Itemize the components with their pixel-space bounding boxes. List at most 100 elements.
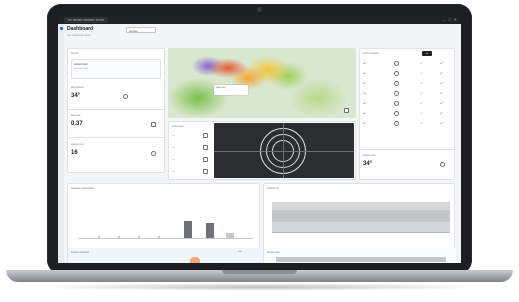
- forecast-row-value: ▪▪°: [440, 122, 443, 125]
- page-header: Dashboard ▪▪▪▪ ▪▪▪▪▪▪▪ ▪▪▪ ▪▪▪▪▪▪: [67, 26, 93, 37]
- chart-bar: [138, 236, 140, 238]
- radar-heading: ▪▪▪▪▪ ▪▪▪▪▪: [172, 124, 184, 128]
- sub-panel: ▪▪▪▪▪▪▪ ▪▪▪▪: [264, 248, 456, 263]
- alert-card[interactable]: ▪▪▪▪▪▪▪ ▪▪▪▪▪ ▪▪▪▪▪ ▪▪▪▪ ▪▪▪▪▪: [71, 59, 161, 79]
- forecast-row-value: ▪▪°: [440, 82, 443, 85]
- chart-bar: [184, 221, 192, 238]
- highlight-marker: [190, 257, 200, 263]
- laptop-notch: [222, 270, 297, 274]
- page-title: Dashboard: [67, 26, 94, 32]
- window-titlebar: ▪▪▪ ▪▪▪▪▪▪▪▪ ▪▪▪▪▪▪▪▪▪ ▪▪▪▪▪▪▪ – □ ✕: [58, 15, 461, 24]
- weather-icon: [394, 111, 399, 116]
- browser-tab[interactable]: ▪▪▪ ▪▪▪▪▪▪▪▪ ▪▪▪▪▪▪▪▪▪ ▪▪▪▪▪▪▪: [64, 16, 109, 23]
- forecast-row-label: ▪▪▪: [363, 82, 366, 85]
- map-popup[interactable]: ▪▪▪▪▪ ▪▪▪▪: [214, 85, 248, 95]
- forecast-row-value: ▪▪°: [440, 112, 443, 115]
- chart-baseline: [78, 238, 253, 239]
- camera-icon: [257, 7, 262, 12]
- weather-icon: [394, 71, 399, 76]
- bottom-right-heading: ▪▪▪▪▪▪▪▪ ▪▪: [267, 186, 279, 190]
- chart-band: [276, 257, 446, 262]
- sun-icon: [440, 162, 445, 167]
- laptop-shadow: [30, 283, 490, 291]
- chart-band: [272, 210, 450, 222]
- bottom-left-heading: ▪▪▪▪▪▪▪▪▪ ▪▪▪▪▪▪▪▪▪▪▪▪: [71, 186, 95, 190]
- metric-1-value: 34°: [71, 93, 81, 99]
- bottom-left-link[interactable]: ▪▪▪▪: [238, 250, 242, 253]
- window-controls: – □ ✕: [443, 17, 457, 23]
- forecast-row-label: ▪▪▪: [363, 62, 366, 65]
- metric-3-value: 16: [71, 150, 78, 156]
- toggle-icon[interactable]: [203, 145, 208, 150]
- forecast-row-label: ▪▪▪: [363, 112, 366, 115]
- chart-bar: [118, 236, 120, 238]
- toggle-icon[interactable]: [203, 133, 208, 138]
- forecast-row-label: ▪▪▪: [363, 102, 366, 105]
- metric-2-label: ▪▪▪▪ ▪▪▪▪: [71, 113, 81, 117]
- weather-map[interactable]: ▪▪▪▪▪ ▪▪▪▪: [168, 48, 356, 118]
- bottom-left-subheading: ▪▪▪▪▪▪▪ ▪▪▪▪▪▪▪▪▪: [71, 250, 89, 254]
- forecast-row-value: ▪▪°: [440, 92, 443, 95]
- screen: ▪▪▪ ▪▪▪▪▪▪▪▪ ▪▪▪▪▪▪▪▪▪ ▪▪▪▪▪▪▪ – □ ✕ Das…: [58, 15, 461, 263]
- forecast-row-label: ▪▪▪: [363, 92, 366, 95]
- search-icon[interactable]: [151, 151, 156, 156]
- toggle-icon[interactable]: [203, 157, 208, 162]
- forecast-row-label: ▪▪▪: [363, 122, 366, 125]
- forecast-row-mid: ▪▪°: [420, 62, 423, 65]
- weather-icon: [394, 91, 399, 96]
- left-rail: [58, 24, 64, 263]
- chart-bar: [98, 236, 100, 238]
- weather-icon: [394, 61, 399, 66]
- toggle-button[interactable]: ▪▪: [422, 51, 432, 56]
- app-logo-icon[interactable]: [59, 27, 63, 30]
- chart-bar: [226, 233, 234, 238]
- page-subtitle: ▪▪▪▪ ▪▪▪▪▪▪▪ ▪▪▪ ▪▪▪▪▪▪: [67, 33, 91, 37]
- summary-value: 34°: [363, 161, 373, 167]
- location-select[interactable]: ▪▪▪▪▪▪▪▪: [126, 27, 156, 33]
- forecast-row-mid: ▪▪°: [420, 92, 423, 95]
- right-panel-heading: ▪▪▪▪▪▪ ▪▪▪▪▪▪▪▪: [363, 51, 379, 55]
- forecast-row-value: ▪▪°: [440, 72, 443, 75]
- chart-bar: [206, 223, 214, 238]
- summary-label: ▪▪▪▪▪▪▪ ▪▪▪▪: [363, 153, 376, 157]
- radar-row: ▪▪▪: [172, 170, 175, 173]
- chart-bar: [158, 236, 160, 238]
- radar-row: ▪▪▪: [172, 146, 175, 149]
- bottom-right-panel: ▪▪▪▪▪▪▪▪ ▪▪ ▪▪▪▪▪▪▪ ▪▪▪▪: [263, 183, 456, 263]
- forecast-row-mid: ▪▪°: [420, 82, 423, 85]
- divider: [68, 109, 166, 110]
- weather-icon: [394, 121, 399, 126]
- divider: [360, 149, 456, 150]
- left-panel-heading: ▪▪▪▪▪▪▪: [71, 51, 79, 55]
- chart-icon: [151, 122, 156, 127]
- sub-panel: ▪▪▪▪▪▪▪ ▪▪▪▪▪▪▪▪▪ ▪▪▪▪: [68, 248, 261, 263]
- maximize-icon[interactable]: □: [448, 17, 450, 23]
- weather-icon: [394, 81, 399, 86]
- right-panel: ▪▪▪▪▪▪ ▪▪▪▪▪▪▪▪ ▪▪ ▪▪▪ ▪▪° ▪▪° ▪▪▪ ▪▪° ▪…: [359, 48, 456, 180]
- close-icon[interactable]: ✕: [454, 17, 457, 23]
- alert-text: ▪▪▪▪▪ ▪▪▪▪ ▪▪▪▪▪: [74, 67, 89, 70]
- forecast-row-mid: ▪▪°: [420, 102, 423, 105]
- forecast-row-mid: ▪▪°: [420, 122, 423, 125]
- map-popup-text: ▪▪▪▪▪ ▪▪▪▪: [216, 86, 225, 89]
- bottom-left-panel: ▪▪▪▪▪▪▪▪▪ ▪▪▪▪▪▪▪▪▪▪▪▪ ▪▪▪▪▪▪▪ ▪▪▪▪▪▪▪▪▪…: [67, 183, 261, 263]
- minimize-icon[interactable]: –: [443, 17, 445, 23]
- radar-row: ▪▪▪: [172, 134, 175, 137]
- weather-icon: [394, 101, 399, 106]
- left-panel: ▪▪▪▪▪▪▪ ▪▪▪▪▪▪▪ ▪▪▪▪▪ ▪▪▪▪▪ ▪▪▪▪ ▪▪▪▪▪ ▪…: [67, 48, 166, 173]
- alert-title: ▪▪▪▪▪▪▪ ▪▪▪▪▪: [74, 62, 88, 66]
- metric-1-label: ▪▪▪▪ ▪▪▪▪▪▪▪: [71, 85, 84, 89]
- metric-2-value: 0.37: [71, 121, 83, 127]
- radar-row: ▪▪▪: [172, 158, 175, 161]
- radar-view[interactable]: [214, 123, 354, 178]
- sun-icon: [123, 94, 128, 99]
- forecast-row-mid: ▪▪°: [420, 112, 423, 115]
- forecast-row-value: ▪▪°: [440, 102, 443, 105]
- forecast-row-value: ▪▪°: [440, 62, 443, 65]
- forecast-row-label: ▪▪▪: [363, 72, 366, 75]
- metric-3-label: ▪▪▪▪▪▪▪ ▪▪▪▪: [71, 142, 84, 146]
- toggle-icon[interactable]: [203, 169, 208, 174]
- bottom-right-subheading: ▪▪▪▪▪▪▪ ▪▪▪▪: [267, 250, 280, 254]
- forecast-row-mid: ▪▪°: [420, 72, 423, 75]
- map-layers-icon[interactable]: [344, 108, 349, 113]
